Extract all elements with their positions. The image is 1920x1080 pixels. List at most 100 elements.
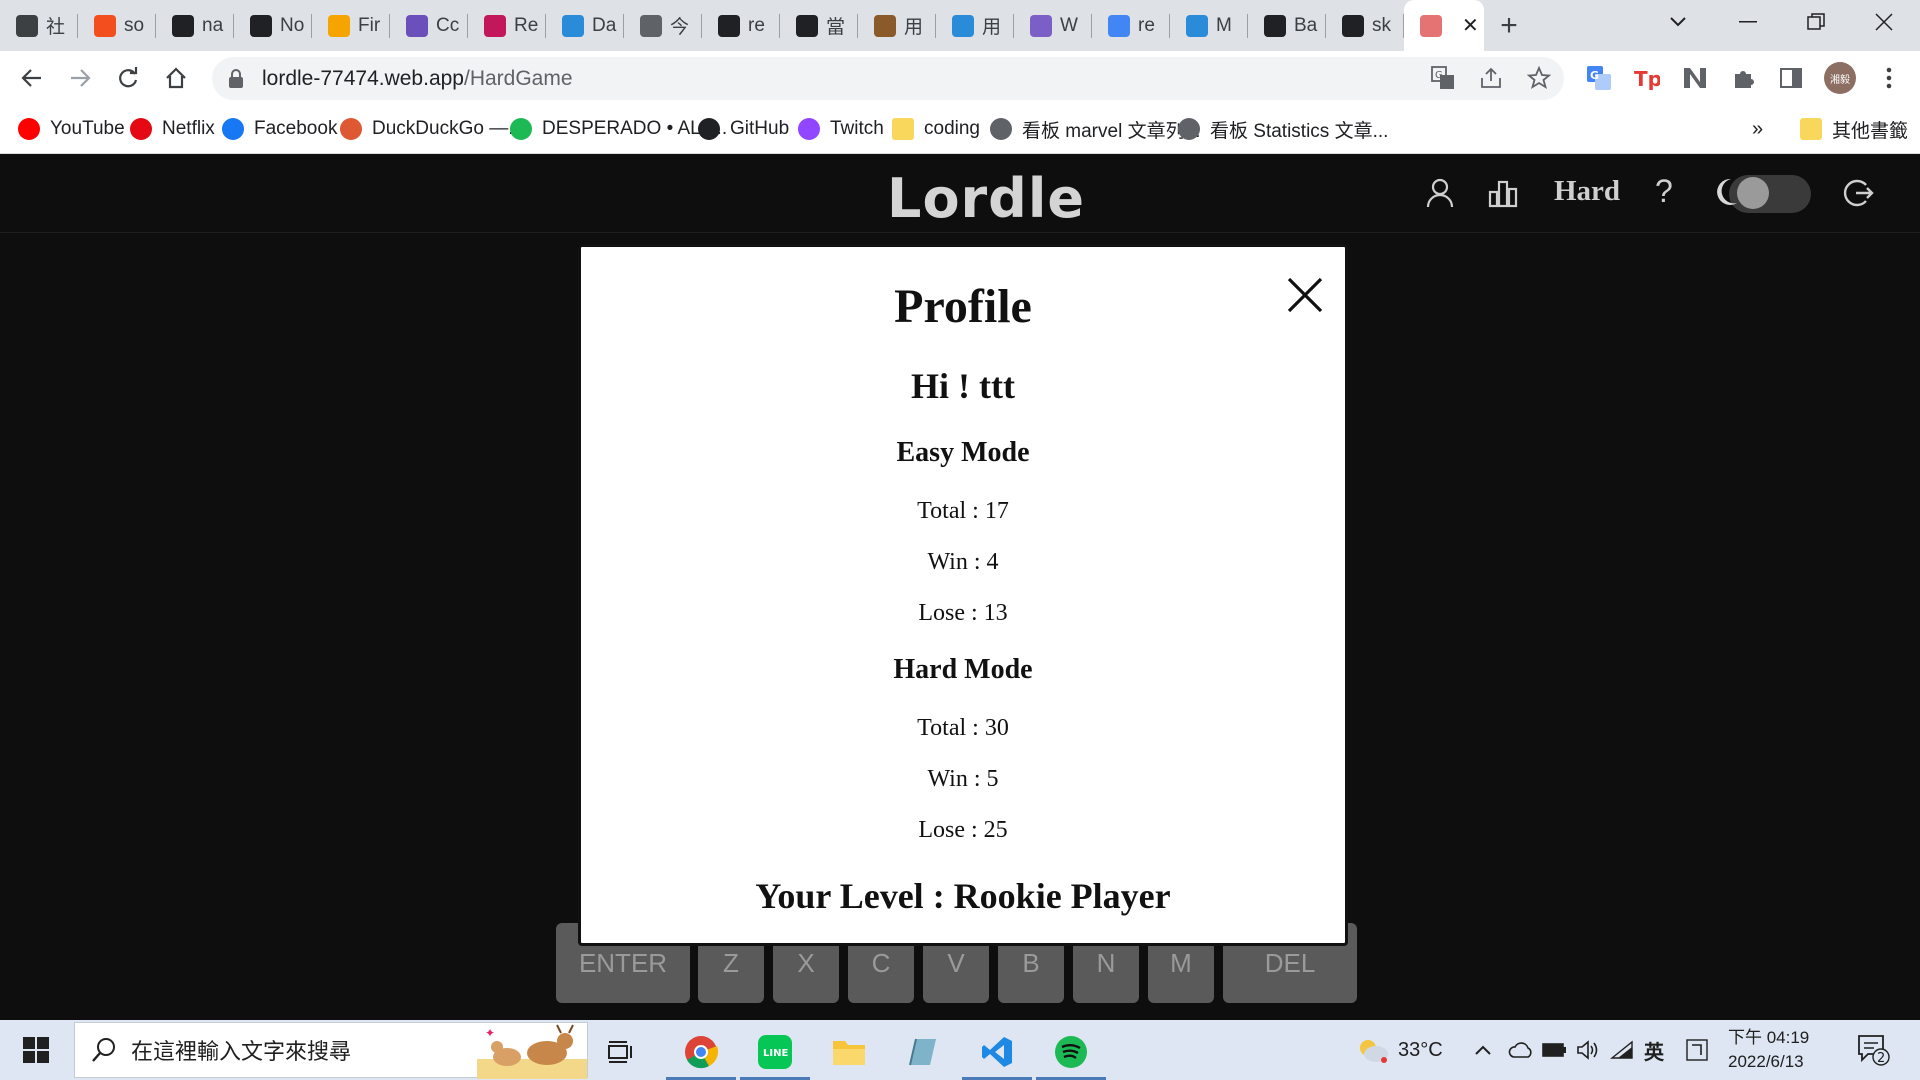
ime-indicator[interactable]: 英 xyxy=(1644,1020,1664,1080)
show-hidden-icons-button[interactable] xyxy=(1474,1020,1492,1080)
back-button[interactable] xyxy=(8,54,56,102)
tab-label: re xyxy=(1138,14,1155,36)
minimize-button[interactable] xyxy=(1714,0,1782,44)
tab[interactable]: Da xyxy=(546,0,624,51)
notification-icon: 2 xyxy=(1858,1035,1890,1066)
help-button[interactable]: ? xyxy=(1655,173,1673,210)
github-icon xyxy=(718,14,740,37)
restore-button[interactable] xyxy=(1782,0,1850,44)
logout-button[interactable] xyxy=(1840,175,1876,211)
tab[interactable]: na xyxy=(156,0,234,51)
bookmark-item[interactable]: Facebook xyxy=(222,114,337,144)
new-tab-button[interactable]: + xyxy=(1484,0,1534,51)
close-window-button[interactable] xyxy=(1850,0,1918,44)
more-bookmarks-button[interactable]: » xyxy=(1752,114,1763,144)
side-panel-button[interactable] xyxy=(1776,63,1806,93)
chrome-menu-button[interactable] xyxy=(1874,63,1904,93)
tab[interactable]: 當 xyxy=(780,0,858,51)
tab[interactable]: re xyxy=(1092,0,1170,51)
tab[interactable]: so xyxy=(78,0,156,51)
tp-extension[interactable]: Tp xyxy=(1632,63,1662,93)
svg-text:LINE: LINE xyxy=(763,1048,788,1059)
share-button[interactable] xyxy=(1476,63,1506,93)
dark-mode-toggle[interactable] xyxy=(1713,173,1811,213)
battery-icon xyxy=(1542,1043,1566,1057)
windows-icon xyxy=(23,1037,49,1063)
start-button[interactable] xyxy=(0,1020,72,1080)
home-button[interactable] xyxy=(152,54,200,102)
mode-label[interactable]: Hard xyxy=(1554,175,1620,208)
bookmark-item[interactable]: coding xyxy=(892,114,980,144)
globe-icon xyxy=(640,14,662,37)
tab-list: 社 so na No Fir Cc Re Da 今 re 當 用 用 Wre M Ba sk ✕ xyxy=(0,0,1484,51)
battery-tray[interactable] xyxy=(1542,1020,1568,1080)
forward-button[interactable] xyxy=(56,54,104,102)
weather-widget[interactable]: 33°C xyxy=(1356,1020,1443,1080)
tab[interactable]: sk xyxy=(1326,0,1404,51)
taskbar-search[interactable]: 在這裡輸入文字來搜尋 ✦ xyxy=(74,1022,588,1079)
taskbar-line[interactable]: LINE xyxy=(738,1024,812,1080)
tab[interactable]: 今 xyxy=(624,0,702,51)
tab[interactable]: re xyxy=(702,0,780,51)
task-view-button[interactable] xyxy=(584,1024,658,1080)
bookmark-item[interactable]: DESPERADO • ALI,... xyxy=(510,114,727,144)
tab[interactable]: M xyxy=(1170,0,1248,51)
bookmark-item[interactable]: YouTube xyxy=(18,114,125,144)
translate-button[interactable]: G xyxy=(1428,63,1458,93)
profile-avatar[interactable]: 湘毅 xyxy=(1824,62,1856,94)
hard-total: Total : 30 xyxy=(917,715,1009,741)
taskbar-file-explorer[interactable] xyxy=(812,1024,886,1080)
tab-search-button[interactable] xyxy=(1644,0,1712,44)
tab[interactable]: Re xyxy=(468,0,546,51)
bookmark-item[interactable]: DuckDuckGo —... xyxy=(340,114,524,144)
other-bookmarks-label: 其他書籤 xyxy=(1832,120,1909,142)
taskbar-notes-app[interactable] xyxy=(886,1024,960,1080)
logout-icon xyxy=(1843,179,1874,207)
other-bookmarks-folder[interactable]: 其他書籤 xyxy=(1800,114,1908,144)
taskbar-vscode[interactable] xyxy=(960,1024,1034,1080)
taskbar-chrome[interactable] xyxy=(664,1024,738,1080)
extensions-button[interactable] xyxy=(1728,63,1758,93)
site-icon xyxy=(1186,14,1208,37)
tab[interactable]: 社 xyxy=(0,0,78,51)
google-icon xyxy=(1108,14,1130,37)
browser-toolbar: lordle-77474.web.app/HardGame G G Tp 湘毅 xyxy=(0,51,1920,104)
ime-mode-tray[interactable] xyxy=(1686,1020,1708,1080)
easy-win: Win : 4 xyxy=(927,549,999,575)
tab-active[interactable]: ✕ xyxy=(1404,0,1484,51)
bookmark-label: GitHub xyxy=(730,118,790,139)
greeting: Hi ! ttt xyxy=(911,366,1015,406)
notion-icon xyxy=(250,14,272,37)
address-bar[interactable]: lordle-77474.web.app/HardGame xyxy=(212,57,1564,100)
n-extension[interactable] xyxy=(1680,63,1710,93)
tab[interactable]: 用 xyxy=(936,0,1014,51)
onedrive-tray[interactable] xyxy=(1508,1020,1534,1080)
tab[interactable]: Fir xyxy=(312,0,390,51)
close-tab-icon[interactable]: ✕ xyxy=(1462,13,1479,38)
bookmark-item[interactable]: GitHub xyxy=(698,114,789,144)
tab[interactable]: Ba xyxy=(1248,0,1326,51)
tab[interactable]: W xyxy=(1014,0,1092,51)
youtube-icon xyxy=(18,118,40,140)
tab[interactable]: 用 xyxy=(858,0,936,51)
puzzle-icon xyxy=(1735,71,1754,88)
bookmark-item[interactable]: Twitch xyxy=(798,114,884,144)
wifi-tray[interactable] xyxy=(1610,1020,1634,1080)
volume-tray[interactable] xyxy=(1576,1020,1600,1080)
bookmark-star-button[interactable] xyxy=(1524,63,1554,93)
tab[interactable]: Cc xyxy=(390,0,468,51)
profile-button[interactable] xyxy=(1422,175,1458,211)
stats-button[interactable] xyxy=(1485,175,1521,211)
taskbar-spotify[interactable] xyxy=(1034,1024,1108,1080)
bookmark-item[interactable]: 看板 Statistics 文章... xyxy=(1178,114,1388,144)
url-host: lordle-77474.web.app xyxy=(262,66,464,90)
star-icon xyxy=(1527,66,1551,89)
notification-center-button[interactable]: 2 xyxy=(1856,1020,1890,1080)
tab[interactable]: No xyxy=(234,0,312,51)
tb-icon xyxy=(796,14,818,37)
easy-total: Total : 17 xyxy=(917,498,1009,524)
reload-button[interactable] xyxy=(104,54,152,102)
bookmark-item[interactable]: Netflix xyxy=(130,114,215,144)
bookmark-item[interactable]: 看板 marvel 文章列... xyxy=(990,114,1200,144)
google-translate-extension[interactable]: G xyxy=(1584,63,1614,93)
